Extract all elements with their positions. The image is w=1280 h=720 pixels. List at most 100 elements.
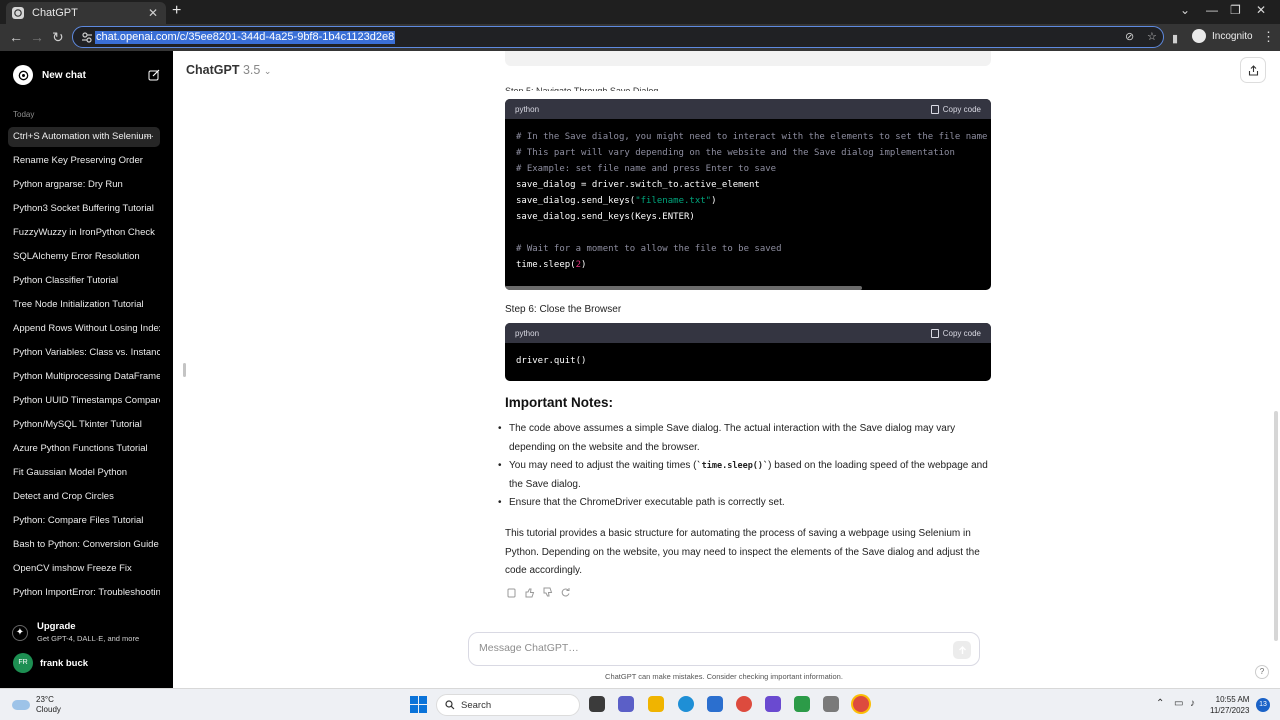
incognito-eye-icon[interactable]: ⊘ <box>1125 30 1134 43</box>
back-icon[interactable]: ← <box>9 29 23 45</box>
incognito-indicator[interactable]: Incognito <box>1192 29 1253 43</box>
browser-menu-icon[interactable]: ⋮ <box>1262 29 1275 45</box>
message-composer <box>468 632 980 666</box>
site-info-icon[interactable] <box>81 31 93 43</box>
edge-icon[interactable] <box>678 696 694 712</box>
message-input[interactable] <box>479 642 919 654</box>
thumbs-up-icon[interactable] <box>524 587 535 598</box>
bookmark-star-icon[interactable]: ☆ <box>1147 30 1157 43</box>
history-item[interactable]: Rename Key Preserving Order <box>8 151 160 171</box>
code-line: save_dialog.send_keys(Keys.ENTER) <box>516 212 695 222</box>
url-bar[interactable]: chat.openai.com/c/35ee8201-344d-4a25-9bf… <box>72 26 1164 48</box>
copy-code-label: Copy code <box>942 328 981 338</box>
new-tab-icon[interactable]: + <box>172 3 181 19</box>
history-item[interactable]: Python Multiprocessing DataFrame <box>8 367 160 387</box>
history-item[interactable]: Ctrl+S Automation with Selenium ··· <box>8 127 160 147</box>
notepad-icon[interactable] <box>794 696 810 712</box>
compose-icon[interactable] <box>148 69 160 81</box>
app-icon[interactable] <box>765 696 781 712</box>
notes-heading: Important Notes: <box>505 395 613 410</box>
url-text[interactable]: chat.openai.com/c/35ee8201-344d-4a25-9bf… <box>95 31 396 44</box>
model-name: ChatGPT <box>186 63 240 77</box>
clock[interactable]: 10:55 AM 11/27/2023 <box>1210 694 1249 716</box>
history-item[interactable]: FuzzyWuzzy in IronPython Check <box>8 223 160 243</box>
weather-widget[interactable]: 23°C Cloudy <box>12 695 61 715</box>
history-item[interactable]: Python: Compare Files Tutorial <box>8 511 160 531</box>
file-explorer-icon[interactable] <box>648 696 664 712</box>
history-item[interactable]: Python ImportError: Troubleshooting <box>8 583 160 603</box>
thumbs-down-icon[interactable] <box>542 587 553 598</box>
user-menu[interactable]: FR frank buck <box>13 653 88 673</box>
history-item[interactable]: Python3 Socket Buffering Tutorial <box>8 199 160 219</box>
history-item[interactable]: Python Variables: Class vs. Instance <box>8 343 160 363</box>
code-line: # This part will vary depending on the w… <box>516 148 955 158</box>
code-string: "filename.txt" <box>635 196 712 206</box>
browser-tab[interactable]: ChatGPT ✕ <box>6 2 166 24</box>
store-icon[interactable] <box>707 696 723 712</box>
chrome-active-icon[interactable] <box>853 696 869 712</box>
history-item[interactable]: Fit Gaussian Model Python <box>8 463 160 483</box>
send-button[interactable] <box>953 641 971 659</box>
maximize-icon[interactable]: ❐ <box>1230 3 1241 17</box>
browser-tab-bar: ChatGPT ✕ + ⌄ — ❐ ✕ <box>0 0 1280 24</box>
code-line: save_dialog = driver.switch_to.active_el… <box>516 180 760 190</box>
app-icon[interactable] <box>823 696 839 712</box>
history-item[interactable]: Append Rows Without Losing Index <box>8 319 160 339</box>
code-token: save_dialog.send_keys( <box>516 196 636 206</box>
page-scrollbar[interactable] <box>1274 411 1278 641</box>
chat-app-icon[interactable] <box>618 696 634 712</box>
cloud-icon <box>12 700 30 710</box>
sidepanel-icon[interactable]: ▮ <box>1172 31 1178 47</box>
history-item[interactable]: OpenCV imshow Freeze Fix <box>8 559 160 579</box>
tab-search-icon[interactable]: ⌄ <box>1180 3 1190 17</box>
more-options-icon[interactable]: ··· <box>144 127 154 147</box>
history-item[interactable]: Python UUID Timestamps Compare <box>8 391 160 411</box>
history-item[interactable]: Azure Python Functions Tutorial <box>8 439 160 459</box>
copy-icon[interactable] <box>506 587 517 598</box>
sidebar-collapse-handle[interactable] <box>183 363 186 377</box>
chrome-icon[interactable] <box>736 696 752 712</box>
help-button[interactable]: ? <box>1255 665 1269 679</box>
notification-badge[interactable]: 13 <box>1256 698 1270 712</box>
copy-code-button[interactable]: Copy code <box>930 328 981 338</box>
volume-icon[interactable]: ♪ <box>1190 698 1195 709</box>
upgrade-button[interactable]: ✦ Upgrade Get GPT-4, DALL·E, and more <box>12 621 139 643</box>
reload-icon[interactable]: ↻ <box>52 29 64 45</box>
user-name: frank buck <box>40 657 89 669</box>
history-item[interactable]: Python/MySQL Tkinter Tutorial <box>8 415 160 435</box>
regenerate-icon[interactable] <box>560 587 571 598</box>
chevron-up-icon[interactable]: ⌃ <box>1156 698 1164 709</box>
history-item[interactable]: SQLAlchemy Error Resolution <box>8 247 160 267</box>
history-item[interactable]: Bash to Python: Conversion Guide <box>8 535 160 555</box>
minimize-icon[interactable]: — <box>1206 3 1218 17</box>
clipboard-icon <box>930 104 939 114</box>
network-icon[interactable]: ▭ <box>1174 698 1183 709</box>
sidebar: New chat Today Ctrl+S Automation with Se… <box>0 51 173 688</box>
message-actions <box>506 587 571 598</box>
task-view-icon[interactable] <box>589 696 605 712</box>
code-horizontal-scrollbar[interactable] <box>505 286 862 290</box>
code-content: # In the Save dialog, you might need to … <box>505 119 991 283</box>
start-button[interactable] <box>410 696 427 713</box>
history-item[interactable]: Python argparse: Dry Run <box>8 175 160 195</box>
taskbar-search[interactable]: Search <box>436 694 580 716</box>
share-button[interactable] <box>1240 57 1266 83</box>
history-item[interactable]: Detect and Crop Circles <box>8 487 160 507</box>
address-toolbar: ← → ↻ chat.openai.com/c/35ee8201-344d-4a… <box>0 24 1280 51</box>
history-item[interactable]: Python Classifier Tutorial <box>8 271 160 291</box>
chevron-down-icon: ⌄ <box>263 66 272 76</box>
code-language: python <box>515 104 540 114</box>
copy-code-button[interactable]: Copy code <box>930 104 981 114</box>
forward-icon[interactable]: → <box>30 29 44 45</box>
model-selector[interactable]: ChatGPT 3.5 ⌄ <box>186 63 271 77</box>
list-item: The code above assumes a simple Save dia… <box>498 420 988 457</box>
code-block: python Copy code driver.quit() <box>505 323 991 381</box>
code-content: driver.quit() <box>505 343 991 379</box>
new-chat-button[interactable]: New chat <box>8 63 160 87</box>
close-tab-icon[interactable]: ✕ <box>146 6 160 20</box>
code-language: python <box>515 328 540 338</box>
step6-heading: Step 6: Close the Browser <box>505 304 622 315</box>
close-window-icon[interactable]: ✕ <box>1256 3 1266 17</box>
history-item[interactable]: Tree Node Initialization Tutorial <box>8 295 160 315</box>
code-header: python Copy code <box>505 99 991 119</box>
